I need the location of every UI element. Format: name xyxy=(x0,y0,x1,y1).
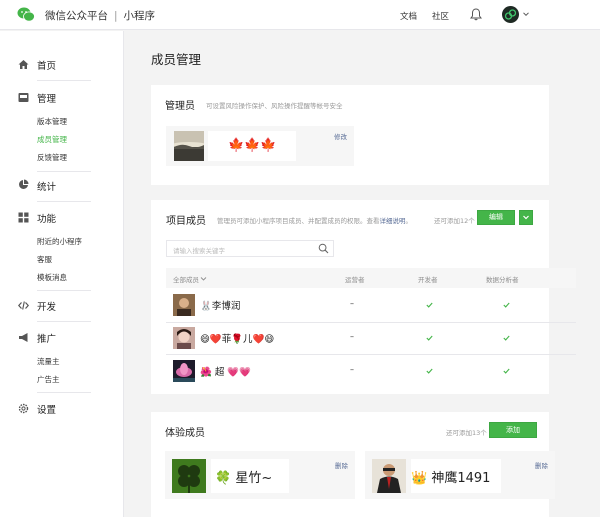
sidebar-item-stats[interactable]: 统计 xyxy=(37,179,56,193)
sidebar-item-version-manage[interactable]: 版本管理 xyxy=(37,116,67,127)
sidebar-item-settings[interactable]: 设置 xyxy=(37,402,56,416)
code-icon xyxy=(18,301,29,310)
check-icon xyxy=(426,335,433,341)
divider xyxy=(37,392,91,393)
member-avatar xyxy=(173,360,195,382)
experience-quota: 还可添加13个 xyxy=(446,429,487,437)
sidebar-item-nearby[interactable]: 附近的小程序 xyxy=(37,236,82,247)
sidebar-item-feedback-manage[interactable]: 反馈管理 xyxy=(37,152,67,163)
account-avatar[interactable] xyxy=(502,6,519,23)
admin-desc: 可设置风险操作保护、风险操作提醒等帐号安全 xyxy=(206,102,343,110)
divider xyxy=(37,321,91,322)
remove-member-link[interactable]: 删除 xyxy=(535,460,548,470)
divider xyxy=(37,80,91,81)
experience-title: 体验成员 xyxy=(165,428,205,439)
col-all-members-label: 全部成员 xyxy=(173,276,199,284)
sidebar-item-member-manage[interactable]: 成员管理 xyxy=(37,134,67,145)
project-desc-end: 。 xyxy=(405,217,413,225)
member-avatar xyxy=(172,459,206,493)
divider xyxy=(37,171,91,172)
project-help-link[interactable]: 详细说明 xyxy=(380,217,406,225)
check-icon xyxy=(426,368,433,374)
sidebar-item-manage[interactable]: 管理 xyxy=(37,91,56,105)
top-bar: 微信公众平台 | 小程序 文档 社区 xyxy=(0,0,600,30)
remove-member-link[interactable]: 删除 xyxy=(335,460,348,470)
admin-avatar xyxy=(174,131,204,161)
sidebar-item-traffic-host[interactable]: 流量主 xyxy=(37,356,60,367)
sidebar-item-template-message[interactable]: 模板消息 xyxy=(37,272,67,283)
home-icon xyxy=(18,60,29,69)
experience-member-box: 🍀 星竹~ 删除 xyxy=(165,451,355,499)
search-box[interactable]: 请输入搜索关键字 xyxy=(166,240,334,257)
admin-edit-link[interactable]: 修改 xyxy=(334,131,347,141)
dropdown-button[interactable] xyxy=(519,210,533,225)
grid-icon xyxy=(18,212,29,223)
member-name: 🐰李博润 xyxy=(200,301,241,312)
member-avatar xyxy=(173,327,195,349)
project-desc: 管理员可添加小程序项目成员、并配置成员的权限。查看详细说明。 xyxy=(217,215,412,225)
project-quota: 还可添加12个 xyxy=(434,217,475,225)
check-icon xyxy=(426,302,433,308)
operator-cell: – xyxy=(350,332,354,341)
sidebar: 首页 管理 版本管理 成员管理 反馈管理 统计 功能 附近的小程序 客服 模板消… xyxy=(0,31,124,517)
member-name: 🍀 星竹~ xyxy=(211,459,289,493)
inbox-icon xyxy=(18,93,29,102)
search-icon[interactable] xyxy=(318,243,329,254)
check-icon xyxy=(503,368,510,374)
chevron-down-icon[interactable] xyxy=(522,10,530,18)
sidebar-item-promote[interactable]: 推广 xyxy=(37,331,56,345)
experience-member-box: 👑 神鹰1491 删除 xyxy=(365,451,555,499)
brand-name: 微信公众平台 xyxy=(45,10,108,22)
col-analyst: 数据分析者 xyxy=(486,276,519,284)
search-input[interactable]: 请输入搜索关键字 xyxy=(173,245,225,255)
docs-link[interactable]: 文档 xyxy=(400,10,417,22)
sidebar-item-develop[interactable]: 开发 xyxy=(37,299,56,313)
page-title: 成员管理 xyxy=(151,52,202,67)
project-desc-text: 管理员可添加小程序项目成员、并配置成员的权限。查看 xyxy=(217,217,380,225)
chevron-down-icon xyxy=(523,215,529,220)
member-avatar xyxy=(372,459,406,493)
divider xyxy=(166,322,576,323)
member-avatar xyxy=(173,294,195,316)
edit-members-button[interactable]: 编辑 xyxy=(477,210,515,225)
brand-separator: | xyxy=(114,10,118,22)
divider xyxy=(37,290,91,291)
add-experience-member-button[interactable]: 添加 xyxy=(489,422,537,438)
operator-cell: – xyxy=(350,299,354,308)
member-name: 👑 神鹰1491 xyxy=(411,459,501,493)
admin-member-box: 🍁🍁🍁 修改 xyxy=(166,126,354,166)
sidebar-item-home[interactable]: 首页 xyxy=(37,58,56,72)
divider xyxy=(166,354,576,355)
bell-icon[interactable] xyxy=(470,8,482,21)
account-logo-icon xyxy=(504,9,517,20)
divider xyxy=(37,201,91,202)
admin-card: 管理员 可设置风险操作保护、风险操作提醒等帐号安全 🍁🍁🍁 修改 xyxy=(151,85,549,185)
sidebar-item-customer-service[interactable]: 客服 xyxy=(37,254,52,265)
sidebar-item-features[interactable]: 功能 xyxy=(37,211,56,225)
check-icon xyxy=(503,302,510,308)
megaphone-icon xyxy=(19,333,28,342)
operator-cell: – xyxy=(350,365,354,374)
product-name: 小程序 xyxy=(123,10,156,22)
admin-title: 管理员 xyxy=(165,101,195,112)
col-all-members[interactable]: 全部成员 xyxy=(173,274,207,284)
community-link[interactable]: 社区 xyxy=(432,10,449,22)
member-name: 😄❤️菲🌹儿❤️😄 xyxy=(200,334,275,345)
sidebar-item-advertiser[interactable]: 广告主 xyxy=(37,374,60,385)
pie-chart-icon xyxy=(19,179,29,189)
admin-name: 🍁🍁🍁 xyxy=(208,131,296,161)
brand-title[interactable]: 微信公众平台 | 小程序 xyxy=(45,8,155,23)
wechat-logo-icon[interactable] xyxy=(17,7,35,22)
check-icon xyxy=(503,335,510,341)
gear-icon xyxy=(18,403,29,414)
chevron-down-icon xyxy=(200,277,207,281)
project-title: 项目成员 xyxy=(166,216,206,227)
col-developer: 开发者 xyxy=(418,276,438,284)
col-operator: 运营者 xyxy=(345,276,365,284)
member-name: 🌺 超 💗💗 xyxy=(200,367,252,378)
